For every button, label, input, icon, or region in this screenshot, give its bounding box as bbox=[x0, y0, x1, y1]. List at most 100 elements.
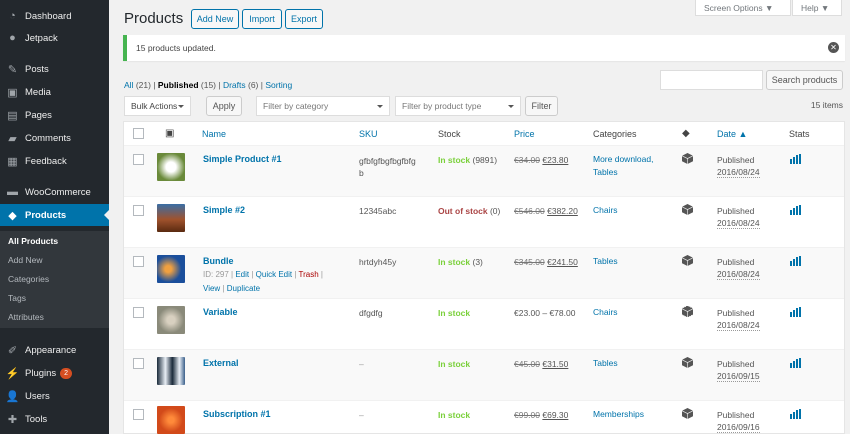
categories-value[interactable]: Tables bbox=[593, 255, 618, 268]
quick-edit-link[interactable]: Quick Edit bbox=[256, 270, 292, 279]
categories-value[interactable]: Chairs bbox=[593, 306, 618, 319]
screen-options-toggle[interactable]: Screen Options ▼ bbox=[695, 0, 791, 16]
variable-product-icon bbox=[681, 305, 694, 318]
sidebar-item-users[interactable]: 👤 Users bbox=[0, 385, 109, 407]
sidebar-item-plugins[interactable]: ⚡ Plugins 2 bbox=[0, 362, 109, 384]
column-price[interactable]: Price bbox=[514, 122, 535, 145]
sidebar-item-pages[interactable]: ▤ Pages bbox=[0, 104, 109, 126]
date-value: Published 2016/09/16 bbox=[717, 410, 760, 433]
product-thumbnail[interactable] bbox=[157, 204, 185, 232]
help-toggle[interactable]: Help ▼ bbox=[792, 0, 842, 16]
categories-value[interactable]: Memberships bbox=[593, 408, 644, 421]
table-row: Bundle ID: 297 | Edit | Quick Edit | Tra… bbox=[124, 247, 844, 298]
stats-icon[interactable] bbox=[790, 256, 801, 266]
product-name-link[interactable]: Simple Product #1 bbox=[203, 154, 282, 164]
filter-published-link[interactable]: Published bbox=[158, 80, 199, 90]
submenu-attributes[interactable]: Attributes bbox=[8, 312, 44, 322]
column-date[interactable]: Date ▲ bbox=[717, 122, 747, 145]
submenu-all-products[interactable]: All Products bbox=[8, 236, 58, 246]
column-categories: Categories bbox=[593, 128, 637, 139]
product-thumbnail[interactable] bbox=[157, 153, 185, 181]
product-name-link[interactable]: Subscription #1 bbox=[203, 409, 271, 419]
search-products-button[interactable]: Search products bbox=[766, 70, 843, 90]
sku-value: gfbfgfbgfbgfbfg b bbox=[359, 156, 416, 178]
row-checkbox[interactable] bbox=[133, 409, 144, 420]
subscription-product-icon bbox=[681, 408, 694, 419]
filter-all-link[interactable]: All bbox=[124, 80, 133, 90]
stats-icon[interactable] bbox=[790, 307, 801, 317]
sidebar-item-posts[interactable]: ✎ Posts bbox=[0, 58, 109, 80]
sidebar-item-dashboard[interactable]: ◔ Dashboard bbox=[0, 5, 109, 27]
import-button[interactable]: Import bbox=[242, 9, 282, 29]
sidebar-item-label: WooCommerce bbox=[25, 186, 91, 198]
table-row: External – In stock €45.00 €31.50 Tables… bbox=[124, 349, 844, 400]
row-checkbox[interactable] bbox=[133, 256, 144, 267]
submenu-tags[interactable]: Tags bbox=[8, 293, 26, 303]
trash-link[interactable]: Trash bbox=[299, 270, 319, 279]
product-thumbnail[interactable] bbox=[157, 357, 185, 385]
product-thumbnail[interactable] bbox=[157, 406, 185, 434]
bulk-actions-select[interactable]: Bulk Actions bbox=[124, 96, 191, 116]
row-checkbox[interactable] bbox=[133, 307, 144, 318]
edit-link[interactable]: Edit bbox=[235, 270, 249, 279]
sidebar-item-label: Plugins bbox=[25, 367, 57, 379]
column-name[interactable]: Name bbox=[202, 122, 226, 145]
submenu-categories[interactable]: Categories bbox=[8, 274, 49, 284]
view-link[interactable]: View bbox=[203, 284, 220, 293]
sidebar-item-jetpack[interactable]: ● Jetpack bbox=[0, 27, 109, 49]
product-thumbnail[interactable] bbox=[157, 255, 185, 283]
sidebar-item-appearance[interactable]: ✐ Appearance bbox=[0, 339, 109, 361]
submenu-add-new[interactable]: Add New bbox=[8, 255, 43, 265]
filter-sorting-link[interactable]: Sorting bbox=[265, 80, 292, 90]
categories-value[interactable]: Chairs bbox=[593, 204, 618, 217]
sku-value: 12345abc bbox=[359, 206, 397, 216]
stock-status: In stock bbox=[438, 410, 471, 420]
table-row: Simple Product #1 gfbfgfbgfbgfbfg b In st… bbox=[124, 145, 844, 196]
table-row: Variable dfgdfg In stock €23.00 – €78.00… bbox=[124, 298, 844, 349]
product-type-icon bbox=[681, 255, 694, 266]
sidebar-item-comments[interactable]: ▰ Comments bbox=[0, 127, 109, 149]
categories-value[interactable]: More download, Tables bbox=[593, 153, 653, 179]
price-value: €546.00 €382.20 bbox=[514, 206, 578, 216]
apply-button[interactable]: Apply bbox=[206, 96, 242, 116]
search-input[interactable] bbox=[660, 70, 763, 90]
product-name-link[interactable]: Simple #2 bbox=[203, 205, 245, 215]
product-name-link[interactable]: Variable bbox=[203, 307, 238, 317]
select-all-checkbox[interactable] bbox=[133, 128, 144, 139]
product-thumbnail[interactable] bbox=[157, 306, 185, 334]
stats-icon[interactable] bbox=[790, 154, 801, 164]
items-count: 15 items bbox=[810, 100, 843, 110]
category-filter-select[interactable]: Filter by category bbox=[256, 96, 390, 116]
dismiss-icon[interactable]: ✕ bbox=[828, 42, 839, 53]
row-checkbox[interactable] bbox=[133, 205, 144, 216]
row-checkbox[interactable] bbox=[133, 358, 144, 369]
sidebar-item-label: Dashboard bbox=[25, 10, 72, 22]
sidebar-item-woocommerce[interactable]: ▬ WooCommerce bbox=[0, 181, 109, 203]
duplicate-link[interactable]: Duplicate bbox=[227, 284, 260, 293]
sidebar-item-label: Pages bbox=[25, 109, 52, 121]
product-type-filter-select[interactable]: Filter by product type bbox=[395, 96, 521, 116]
add-new-button[interactable]: Add New bbox=[191, 9, 239, 29]
filter-drafts-link[interactable]: Drafts bbox=[223, 80, 246, 90]
product-name-link[interactable]: Bundle bbox=[203, 256, 234, 266]
stats-icon[interactable] bbox=[790, 358, 801, 368]
export-button[interactable]: Export bbox=[285, 9, 323, 29]
stats-icon[interactable] bbox=[790, 409, 801, 419]
appearance-icon: ✐ bbox=[7, 344, 18, 357]
posts-icon: ✎ bbox=[7, 63, 18, 76]
sidebar-item-tools[interactable]: ✚ Tools bbox=[0, 408, 109, 430]
sidebar-item-label: Products bbox=[25, 209, 67, 221]
stats-icon[interactable] bbox=[790, 205, 801, 215]
product-name-link[interactable]: External bbox=[203, 358, 239, 368]
sidebar-item-products[interactable]: ◆ Products bbox=[0, 204, 109, 226]
sidebar-item-feedback[interactable]: ▦ Feedback bbox=[0, 150, 109, 172]
row-checkbox[interactable] bbox=[133, 154, 144, 165]
column-sku[interactable]: SKU bbox=[359, 122, 378, 145]
tools-icon: ✚ bbox=[7, 413, 18, 426]
sidebar-item-media[interactable]: ▣ Media bbox=[0, 81, 109, 103]
status-filter-links: All (21) | Published (15) | Drafts (6) |… bbox=[124, 80, 293, 90]
sidebar-item-label: Users bbox=[25, 390, 50, 402]
image-column-icon: ▣ bbox=[165, 128, 175, 139]
filter-button[interactable]: Filter bbox=[525, 96, 558, 116]
categories-value[interactable]: Tables bbox=[593, 357, 618, 370]
